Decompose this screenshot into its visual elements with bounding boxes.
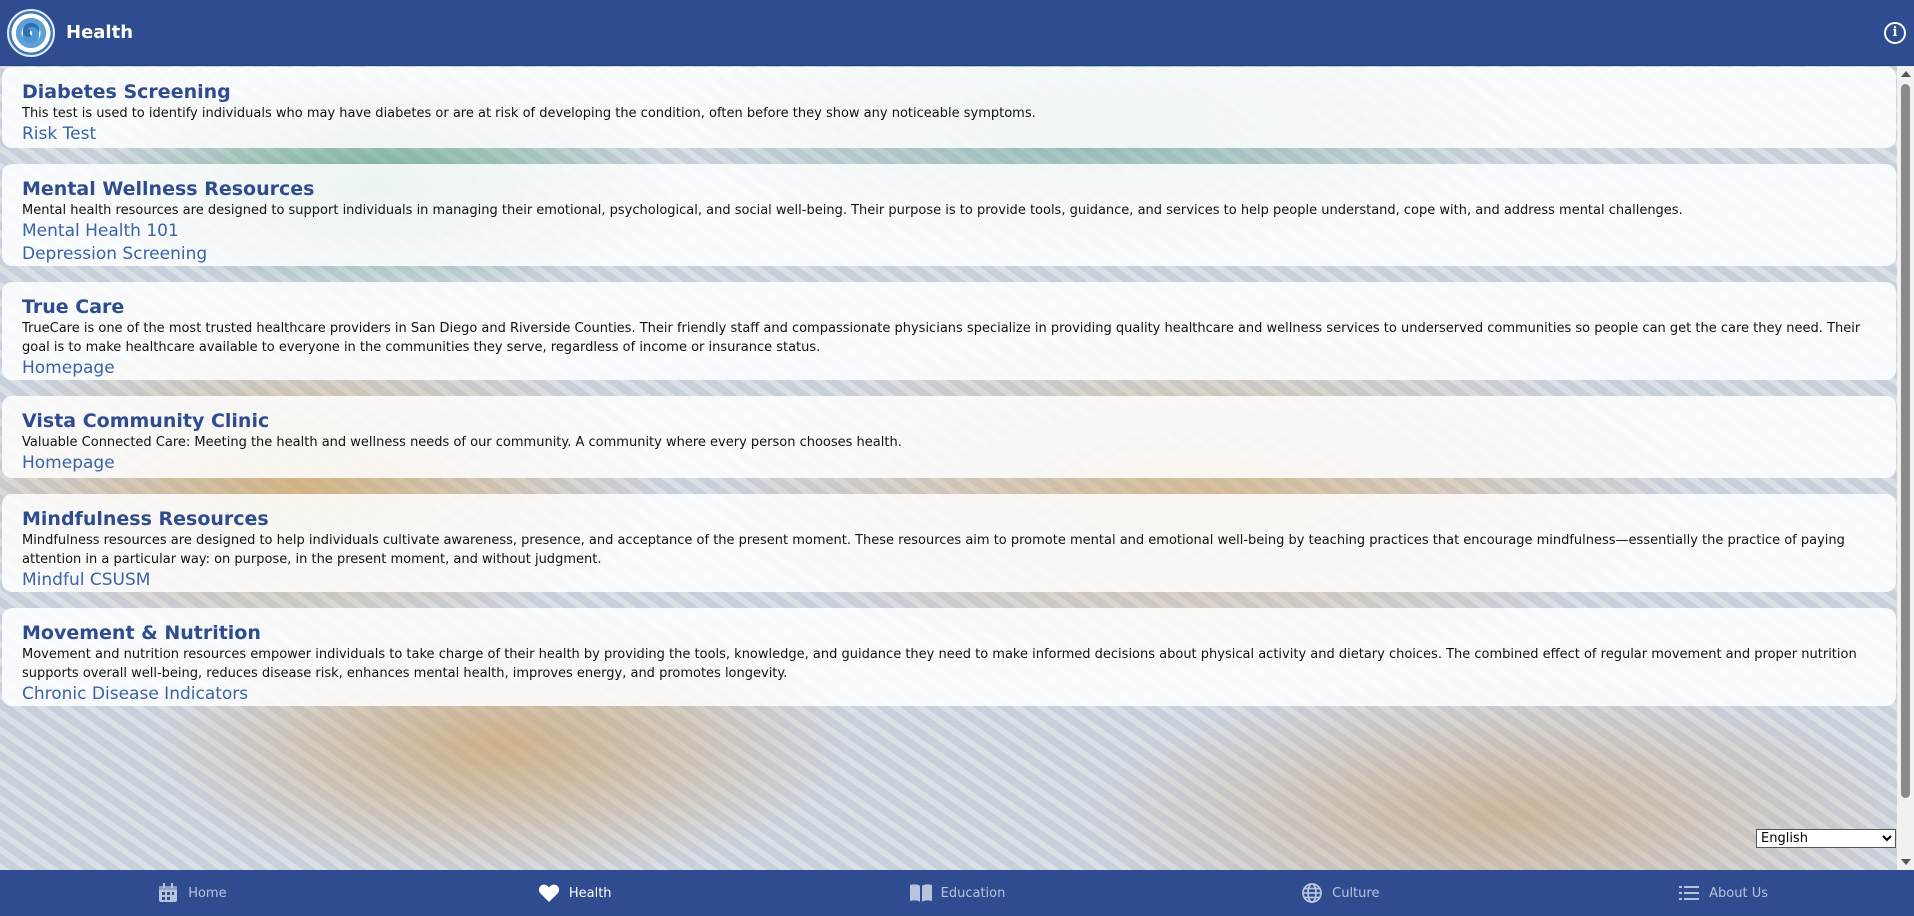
book-icon xyxy=(909,881,933,905)
card-description: Mental health resources are designed to … xyxy=(22,203,1683,218)
card-description: Valuable Connected Care: Meeting the hea… xyxy=(22,435,902,450)
card-title: Movement & Nutrition xyxy=(22,622,261,644)
nav-item-health[interactable]: Health xyxy=(383,870,766,916)
nav-item-culture[interactable]: Culture xyxy=(1148,870,1531,916)
link-vista-homepage[interactable]: Homepage xyxy=(22,452,1876,475)
calendar-icon xyxy=(156,881,180,905)
nav-item-home[interactable]: Home xyxy=(0,870,383,916)
language-select[interactable]: English xyxy=(1756,829,1896,848)
globe-icon xyxy=(1300,881,1324,905)
scroll-thumb[interactable] xyxy=(1901,84,1910,798)
card-description: Movement and nutrition resources empower… xyxy=(22,647,1857,681)
scroll-up-arrow-icon[interactable] xyxy=(1901,71,1911,77)
card-title: Mental Wellness Resources xyxy=(22,178,315,200)
card-title: Diabetes Screening xyxy=(22,81,231,103)
card-title: True Care xyxy=(22,296,125,318)
resource-card-mental-wellness: Mental Wellness Resources Mental health … xyxy=(2,164,1896,266)
nav-label: Health xyxy=(568,885,612,901)
card-description: TrueCare is one of the most trusted heal… xyxy=(22,321,1861,355)
resource-card-mindfulness: Mindfulness Resources Mindfulness resour… xyxy=(2,494,1896,592)
card-description: Mindfulness resources are designed to he… xyxy=(22,533,1845,567)
app-header: Health i xyxy=(0,0,1914,66)
link-true-care-homepage[interactable]: Homepage xyxy=(22,357,1876,380)
card-description: This test is used to identify individual… xyxy=(22,106,1036,121)
scroll-down-arrow-icon[interactable] xyxy=(1901,859,1911,865)
info-icon[interactable]: i xyxy=(1884,22,1906,44)
page-title: Health xyxy=(66,22,134,43)
link-mindful-csusm[interactable]: Mindful CSUSM xyxy=(22,569,1876,592)
link-mental-health-101[interactable]: Mental Health 101 xyxy=(22,220,1876,243)
resource-card-diabetes-screening: Diabetes Screening This test is used to … xyxy=(2,67,1896,148)
resource-card-true-care: True Care TrueCare is one of the most tr… xyxy=(2,282,1896,380)
nav-label: Home xyxy=(188,885,227,901)
health-resources-list[interactable]: Diabetes Screening This test is used to … xyxy=(0,66,1914,870)
list-icon xyxy=(1677,881,1701,905)
heart-icon xyxy=(537,881,561,905)
nav-item-about-us[interactable]: About Us xyxy=(1531,870,1914,916)
nav-label: About Us xyxy=(1709,885,1769,901)
bottom-nav: Home Health Education Culture About Us xyxy=(0,870,1914,916)
nav-label: Culture xyxy=(1332,885,1380,901)
link-chronic-disease-indicators[interactable]: Chronic Disease Indicators xyxy=(22,683,1876,706)
link-risk-test[interactable]: Risk Test xyxy=(22,123,1876,146)
card-title: Mindfulness Resources xyxy=(22,508,269,530)
link-depression-screening[interactable]: Depression Screening xyxy=(22,243,1876,266)
college-seal-logo xyxy=(7,8,55,57)
card-title: Vista Community Clinic xyxy=(22,410,270,432)
scrollbar[interactable] xyxy=(1897,66,1914,870)
nav-item-education[interactable]: Education xyxy=(766,870,1149,916)
resource-card-vista-community-clinic: Vista Community Clinic Valuable Connecte… xyxy=(2,396,1896,478)
nav-label: Education xyxy=(940,885,1006,901)
resource-card-movement-nutrition: Movement & Nutrition Movement and nutrit… xyxy=(2,608,1896,706)
